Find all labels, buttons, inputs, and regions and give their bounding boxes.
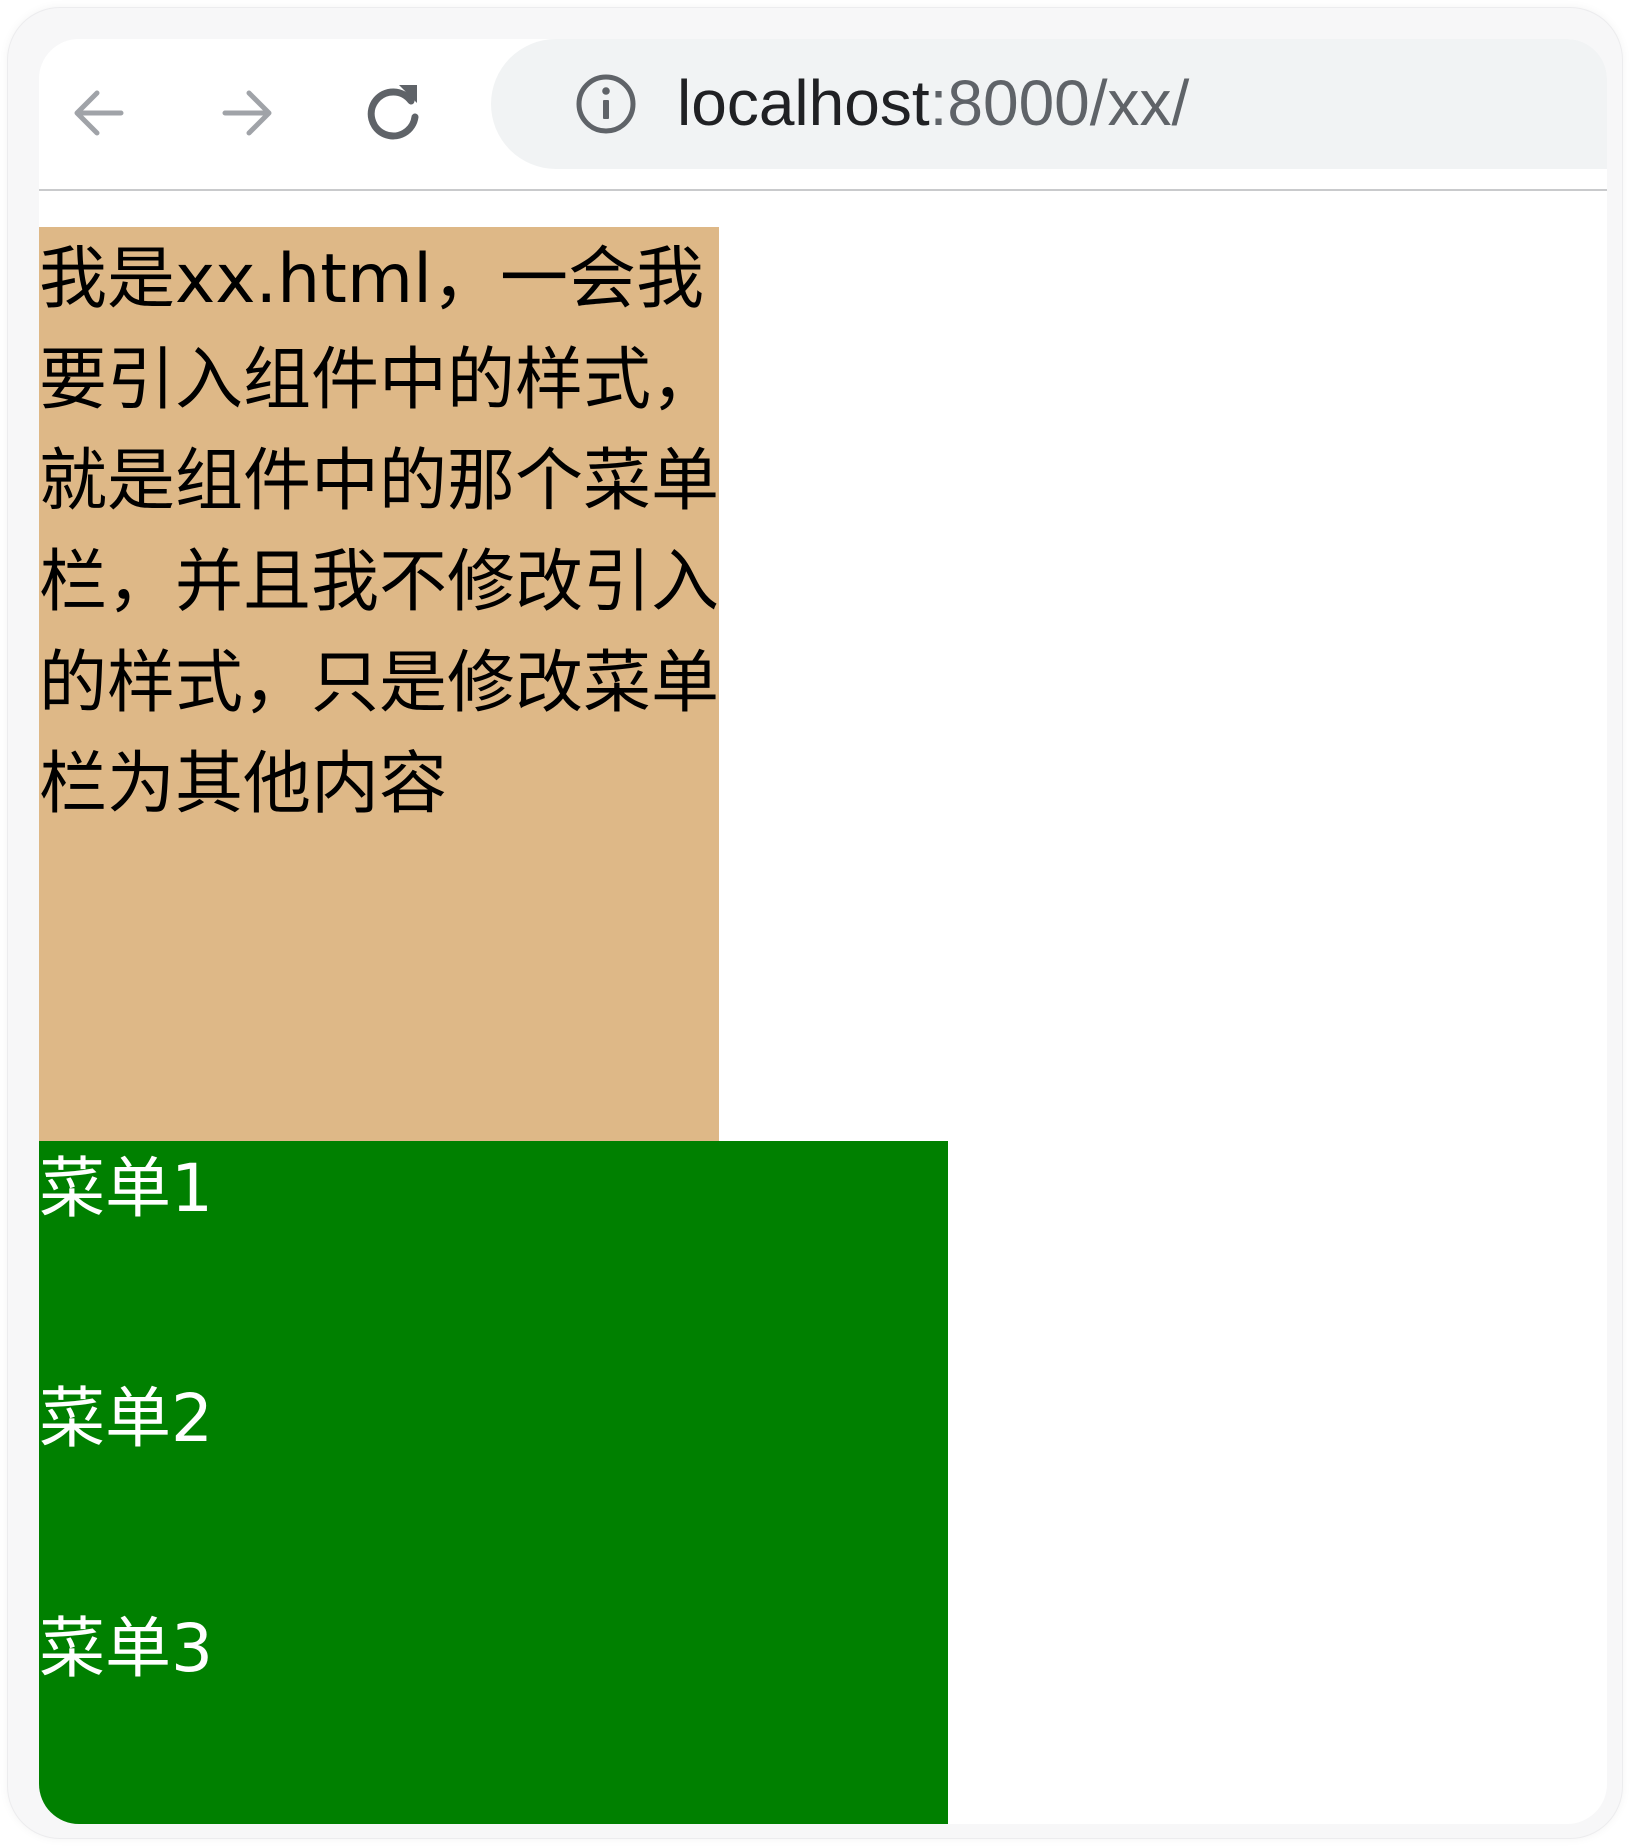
info-icon[interactable]	[575, 73, 637, 135]
menu-item-3[interactable]: 菜单3	[39, 1609, 213, 1689]
url-path: :8000/xx/	[929, 67, 1190, 139]
url-text[interactable]: localhost:8000/xx/	[677, 65, 1189, 141]
menu-item-2[interactable]: 菜单2	[39, 1379, 213, 1459]
menu-item-1[interactable]: 菜单1	[39, 1149, 213, 1229]
back-button[interactable]	[59, 73, 139, 153]
browser-toolbar: localhost:8000/xx/	[39, 39, 1607, 191]
address-bar[interactable]: localhost:8000/xx/	[491, 39, 1607, 169]
browser-window: localhost:8000/xx/ 我是xx.html，一会我要引入组件中的样…	[39, 39, 1607, 1824]
menu-bar: 菜单1 菜单2 菜单3	[39, 1141, 948, 1824]
arrow-right-icon	[222, 90, 272, 136]
browser-frame: localhost:8000/xx/ 我是xx.html，一会我要引入组件中的样…	[8, 8, 1622, 1838]
forward-button[interactable]	[207, 73, 287, 153]
page-content-text: 我是xx.html，一会我要引入组件中的样式，就是组件中的那个菜单栏，并且我不修…	[39, 227, 719, 1141]
arrow-left-icon	[74, 90, 124, 136]
url-host: localhost	[677, 67, 930, 139]
reload-button[interactable]	[353, 73, 433, 153]
reload-icon	[367, 85, 419, 140]
